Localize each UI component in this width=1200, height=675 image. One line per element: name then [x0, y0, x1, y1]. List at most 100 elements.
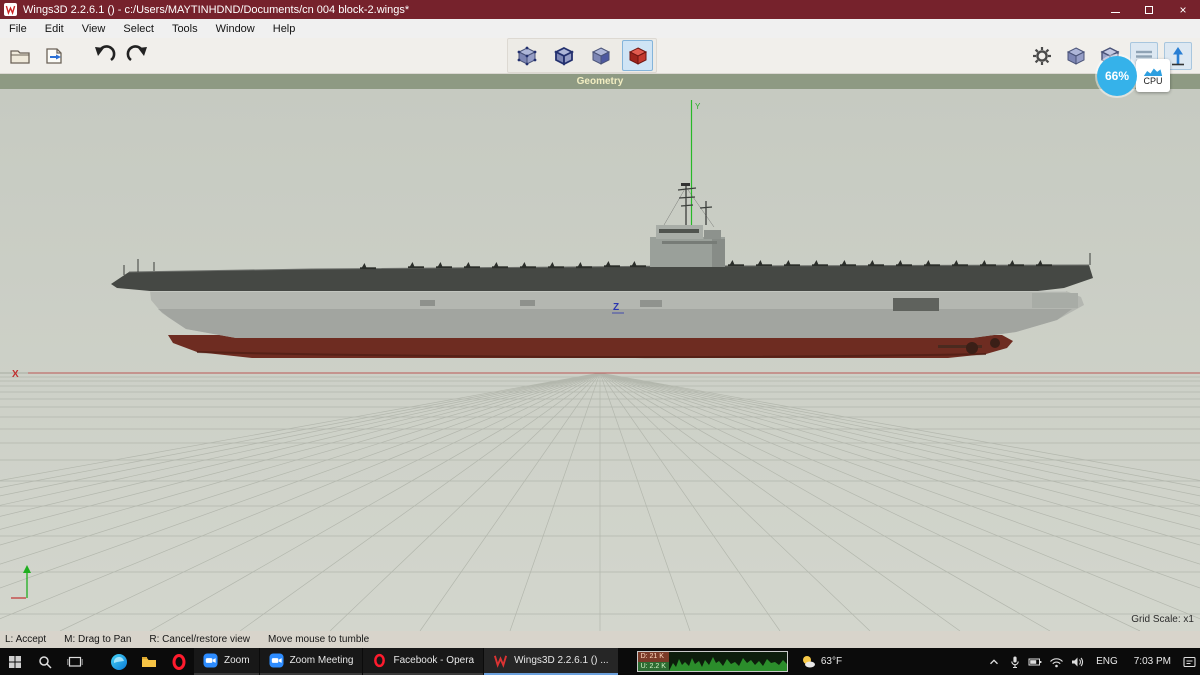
status-hint: Move mouse to tumble — [268, 634, 370, 645]
selection-mode-group — [507, 38, 657, 73]
taskbar-app-wings3d[interactable]: Wings3D 2.2.6.1 () ... — [484, 648, 618, 675]
wings3d-logo-icon — [494, 655, 508, 668]
opera-browser-button[interactable] — [164, 648, 194, 675]
toolbar-file-group — [6, 38, 152, 73]
window-title: Wings3D 2.2.6.1 () - c:/Users/MAYTINHDND… — [23, 3, 410, 16]
upload-speed: U: 2.2 K — [637, 661, 669, 671]
y-axis-label: Y — [695, 102, 701, 111]
undo-button[interactable] — [90, 42, 118, 70]
microphone-icon — [1010, 656, 1019, 668]
edge-browser-icon — [111, 653, 127, 670]
folder-icon — [142, 656, 156, 667]
minimize-button[interactable] — [1098, 0, 1132, 19]
edge-mode-button[interactable] — [548, 40, 579, 71]
taskbar-app-facebook-opera[interactable]: Facebook - Opera — [363, 648, 484, 675]
perspective-grid — [0, 372, 1200, 631]
taskbar-app-label: Wings3D 2.2.6.1 () ... — [514, 655, 609, 666]
wings3d-logo-icon — [4, 3, 17, 16]
network-monitor-widget[interactable]: D: 21 K U: 2.2 K — [636, 651, 788, 672]
geometry-window-title: Geometry — [576, 76, 624, 87]
scene-svg: X Y Z — [0, 100, 1200, 631]
status-left-click: L: Accept — [5, 634, 47, 645]
open-file-icon — [10, 49, 30, 64]
import-icon — [46, 47, 62, 64]
temperature-label: 63°F — [820, 656, 843, 667]
progress-overlay-badge: 66% — [1097, 56, 1137, 96]
cpu-label: CPU — [1143, 75, 1163, 86]
geometry-window-header[interactable]: Geometry — [0, 74, 1200, 89]
edge-browser-button[interactable] — [104, 648, 134, 675]
opera-icon — [374, 653, 386, 668]
menu-window[interactable]: Window — [207, 19, 264, 38]
menu-file[interactable]: File — [0, 19, 36, 38]
system-tray: ENG 7:03 PM — [983, 648, 1200, 675]
x-axis-label: X — [12, 369, 19, 380]
undo-icon — [95, 44, 116, 61]
status-right-click: R: Cancel/restore view — [149, 634, 250, 645]
taskbar-app-label: Zoom — [224, 655, 250, 666]
grid-scale-label: Grid Scale: x1 — [1131, 614, 1194, 625]
vertex-mode-button[interactable] — [511, 40, 542, 71]
open-file-button[interactable] — [6, 42, 34, 70]
search-icon — [39, 655, 52, 669]
close-button[interactable]: × — [1166, 0, 1200, 19]
import-button[interactable] — [40, 42, 68, 70]
face-mode-button[interactable] — [585, 40, 616, 71]
settings-gear-icon — [1033, 46, 1051, 65]
taskbar-app-zoom[interactable]: Zoom — [194, 648, 259, 675]
redo-icon — [126, 44, 147, 61]
menu-select[interactable]: Select — [114, 19, 163, 38]
menu-edit[interactable]: Edit — [36, 19, 73, 38]
volume-icon — [1072, 657, 1084, 666]
maximize-icon — [1145, 5, 1153, 14]
settings-button[interactable] — [1028, 42, 1056, 70]
network-speed-labels: D: 21 K U: 2.2 K — [637, 652, 669, 671]
menu-help[interactable]: Help — [264, 19, 305, 38]
edge-mode-icon — [553, 46, 574, 65]
start-button[interactable] — [0, 648, 30, 675]
network-graph-icon — [668, 657, 787, 671]
notification-icon — [1183, 656, 1196, 667]
taskbar-app-label: Facebook - Opera — [393, 655, 475, 666]
task-view-button[interactable] — [60, 648, 90, 675]
start-icon — [9, 655, 21, 668]
origin-axis-widget — [11, 565, 31, 599]
menu-view[interactable]: View — [73, 19, 115, 38]
taskbar-app-label: Zoom Meeting — [289, 655, 354, 666]
progress-value: 66% — [1104, 69, 1130, 83]
language-indicator[interactable]: ENG — [1088, 656, 1126, 667]
wifi-icon — [1050, 657, 1064, 667]
body-mode-icon — [628, 46, 647, 65]
smooth-preview-button[interactable] — [1062, 42, 1090, 70]
chevron-up-icon — [989, 658, 998, 664]
file-explorer-button[interactable] — [134, 648, 164, 675]
tray-volume-button[interactable] — [1067, 648, 1088, 675]
body-mode-button[interactable] — [622, 40, 653, 71]
battery-icon — [1028, 658, 1042, 665]
taskbar-search-button[interactable] — [30, 648, 60, 675]
toolbar — [0, 38, 1200, 74]
zoom-icon — [203, 653, 218, 668]
tray-mic-button[interactable] — [1004, 648, 1025, 675]
taskbar-app-zoom-meeting[interactable]: Zoom Meeting — [259, 648, 363, 675]
cpu-graph-icon — [1143, 68, 1163, 76]
action-center-button[interactable] — [1179, 648, 1200, 675]
tray-network-button[interactable] — [1046, 648, 1067, 675]
close-icon: × — [1179, 2, 1187, 17]
menu-tools[interactable]: Tools — [163, 19, 207, 38]
titlebar: Wings3D 2.2.6.1 () - c:/Users/MAYTINHDND… — [0, 0, 1200, 19]
task-view-icon — [67, 656, 83, 667]
viewport-canvas[interactable]: X Y Z Grid Scale: x1 — [0, 89, 1200, 631]
menubar: File Edit View Select Tools Window Help — [0, 19, 1200, 38]
taskbar-clock[interactable]: 7:03 PM — [1126, 656, 1179, 667]
tray-battery-button[interactable] — [1025, 648, 1046, 675]
cpu-overlay-badge: CPU — [1136, 59, 1170, 92]
tray-expand-button[interactable] — [983, 648, 1004, 675]
face-mode-icon — [591, 46, 610, 65]
taskbar: Zoom Zoom Meeting Facebook - Opera Wings… — [0, 648, 1200, 675]
weather-widget[interactable]: 63°F — [800, 654, 842, 670]
maximize-button[interactable] — [1132, 0, 1166, 19]
window-controls: × — [1098, 0, 1200, 19]
redo-button[interactable] — [124, 42, 152, 70]
ship-model — [111, 253, 1093, 359]
